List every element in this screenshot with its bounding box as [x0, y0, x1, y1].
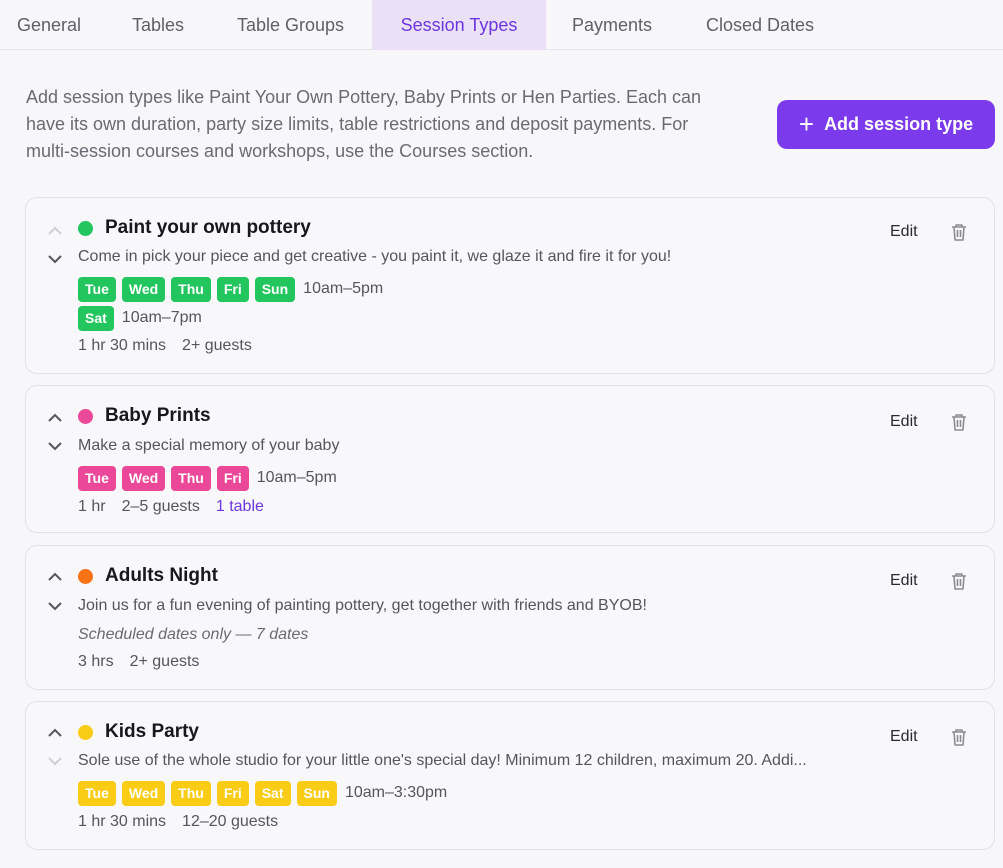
move-up-icon[interactable]	[47, 412, 63, 424]
trash-icon[interactable]	[950, 412, 968, 432]
session-card-paint-your-own-pottery: Paint your own pottery Come in pick your…	[25, 197, 995, 374]
day-badge: Sat	[254, 780, 291, 806]
tab-general[interactable]: General	[0, 0, 98, 50]
session-card-kids-party: Kids Party Sole use of the whole studio …	[25, 701, 995, 850]
session-duration: 1 hr	[78, 498, 106, 515]
plus-icon: +	[798, 108, 815, 139]
intro-line: multi-session courses and workshops, use…	[26, 141, 534, 161]
color-dot	[78, 725, 93, 740]
move-up-icon[interactable]	[47, 571, 63, 583]
day-badge: Fri	[216, 780, 249, 806]
trash-icon[interactable]	[950, 727, 968, 747]
session-hours: 10am–3:30pm	[344, 784, 448, 801]
session-duration: 1 hr 30 mins	[78, 813, 167, 830]
day-badge: Thu	[171, 276, 211, 302]
move-up-icon[interactable]	[47, 727, 63, 739]
schedule-row: Sat 10am–7pm	[78, 305, 202, 331]
session-title: Baby Prints	[105, 405, 211, 426]
session-title: Paint your own pottery	[105, 217, 311, 238]
session-guests: 2–5 guests	[121, 498, 200, 515]
session-duration: 1 hr 30 mins	[78, 337, 167, 354]
day-badge: Fri	[216, 276, 249, 302]
tab-payments[interactable]: Payments	[556, 0, 668, 50]
session-card-adults-night: Adults Night Join us for a fun evening o…	[25, 545, 995, 690]
day-badge: Sun	[296, 780, 337, 806]
day-badge: Wed	[121, 780, 166, 806]
session-meta: 1 hr 30 mins 2+ guests	[78, 337, 268, 355]
move-down-icon[interactable]	[47, 440, 63, 452]
session-card-baby-prints: Baby Prints Make a special memory of you…	[25, 385, 995, 533]
session-guests: 12–20 guests	[182, 813, 279, 830]
schedule-row: Tue Wed Thu Fri Sun 10am–5pm	[78, 276, 383, 302]
tab-tables[interactable]: Tables	[108, 0, 208, 50]
trash-icon[interactable]	[950, 571, 968, 591]
schedule-row: Tue Wed Thu Fri Sat Sun 10am–3:30pm	[78, 780, 447, 806]
settings-tabs: General Tables Table Groups Session Type…	[0, 0, 1003, 50]
edit-button[interactable]: Edit	[890, 728, 918, 746]
day-badge: Fri	[216, 465, 249, 491]
trash-icon[interactable]	[950, 222, 968, 242]
session-hours: 10am–5pm	[303, 280, 384, 297]
color-dot	[78, 409, 93, 424]
tables-link[interactable]: 1 table	[216, 498, 264, 516]
day-badge: Sun	[254, 276, 296, 302]
move-down-icon[interactable]	[47, 600, 63, 612]
session-hours: 10am–5pm	[256, 469, 337, 486]
session-guests: 2+ guests	[129, 653, 200, 670]
day-badge: Wed	[121, 276, 166, 302]
intro-line: Add session types like Paint Your Own Po…	[26, 87, 702, 107]
edit-button[interactable]: Edit	[890, 572, 918, 590]
session-title: Kids Party	[105, 721, 199, 742]
add-session-type-label: Add session type	[824, 114, 974, 134]
move-down-icon[interactable]	[47, 253, 63, 265]
session-meta: 1 hr 30 mins 12–20 guests	[78, 813, 294, 831]
scheduled-dates-note: Scheduled dates only — 7 dates	[78, 626, 309, 643]
day-badge: Thu	[171, 780, 211, 806]
intro-text: Add session types like Paint Your Own Po…	[26, 84, 776, 165]
day-badge: Tue	[78, 465, 116, 491]
day-badge: Tue	[78, 276, 116, 302]
session-description: Come in pick your piece and get creative…	[78, 248, 672, 265]
edit-button[interactable]: Edit	[890, 223, 918, 241]
color-dot	[78, 569, 93, 584]
session-meta: 1 hr 2–5 guests 1 table	[78, 498, 280, 516]
move-down-icon[interactable]	[47, 755, 63, 767]
intro-line: have its own duration, party size limits…	[26, 114, 689, 134]
session-duration: 3 hrs	[78, 653, 114, 670]
session-meta: 3 hrs 2+ guests	[78, 653, 215, 671]
add-session-type-button[interactable]: + Add session type	[777, 100, 995, 149]
session-guests: 2+ guests	[182, 337, 252, 354]
color-dot	[78, 221, 93, 236]
day-badge: Tue	[78, 780, 116, 806]
schedule-row: Tue Wed Thu Fri 10am–5pm	[78, 465, 337, 491]
edit-button[interactable]: Edit	[890, 413, 918, 431]
move-up-icon[interactable]	[47, 225, 63, 237]
tab-table-groups[interactable]: Table Groups	[218, 0, 363, 50]
day-badge: Thu	[171, 465, 211, 491]
session-description: Sole use of the whole studio for your li…	[78, 752, 807, 769]
session-description: Make a special memory of your baby	[78, 437, 340, 454]
tab-session-types[interactable]: Session Types	[372, 0, 546, 50]
tab-closed-dates[interactable]: Closed Dates	[682, 0, 838, 50]
session-description: Join us for a fun evening of painting po…	[78, 597, 647, 614]
day-badge: Wed	[121, 465, 166, 491]
session-hours: 10am–7pm	[121, 309, 202, 326]
session-title: Adults Night	[105, 565, 218, 586]
day-badge: Sat	[78, 305, 114, 331]
